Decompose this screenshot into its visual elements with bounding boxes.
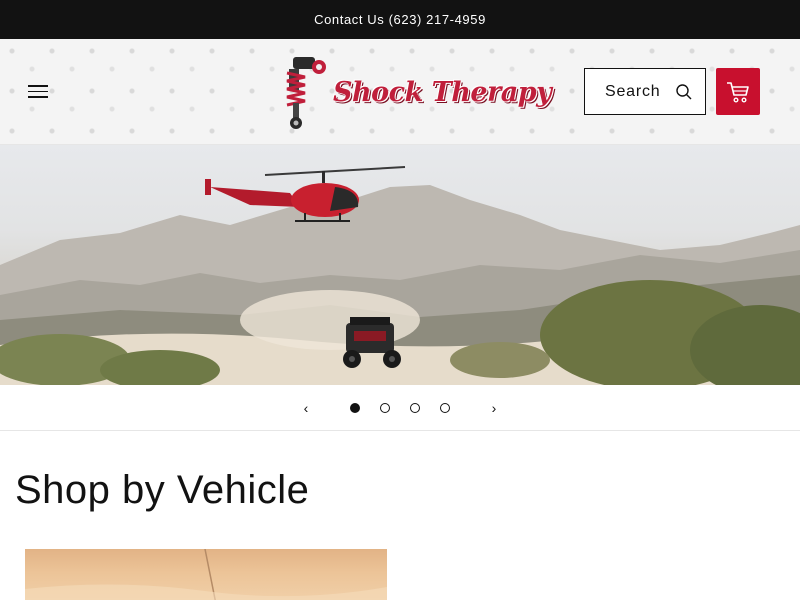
slide-dot-1[interactable] — [350, 403, 360, 413]
logo-wordmark: Shock Therapy — [333, 77, 552, 108]
slideshow-controls: ‹ › — [0, 385, 800, 431]
search-icon — [676, 84, 692, 100]
announcement-bar: Contact Us (623) 217-4959 — [0, 0, 800, 39]
shock-absorber-icon — [286, 57, 326, 129]
announcement-text[interactable]: Contact Us (623) 217-4959 — [314, 12, 486, 27]
site-header: Shock Therapy Search — [0, 39, 800, 145]
hero-slideshow[interactable] — [0, 145, 800, 385]
slide-dot-3[interactable] — [410, 403, 420, 413]
cart-button[interactable] — [716, 68, 760, 115]
slide-dot-2[interactable] — [380, 403, 390, 413]
chevron-left-icon[interactable]: ‹ — [296, 397, 316, 419]
vehicle-card-image — [25, 549, 387, 600]
site-logo[interactable]: Shock Therapy — [275, 51, 552, 133]
cart-icon — [727, 81, 749, 103]
vehicle-card[interactable] — [25, 549, 387, 600]
slide-dot-4[interactable] — [440, 403, 450, 413]
search-button[interactable]: Search — [584, 68, 706, 115]
hamburger-menu-icon[interactable] — [28, 81, 54, 103]
chevron-right-icon[interactable]: › — [484, 397, 504, 419]
shop-by-vehicle-title: Shop by Vehicle — [15, 468, 310, 512]
search-label: Search — [605, 82, 661, 100]
hero-image — [0, 166, 800, 385]
